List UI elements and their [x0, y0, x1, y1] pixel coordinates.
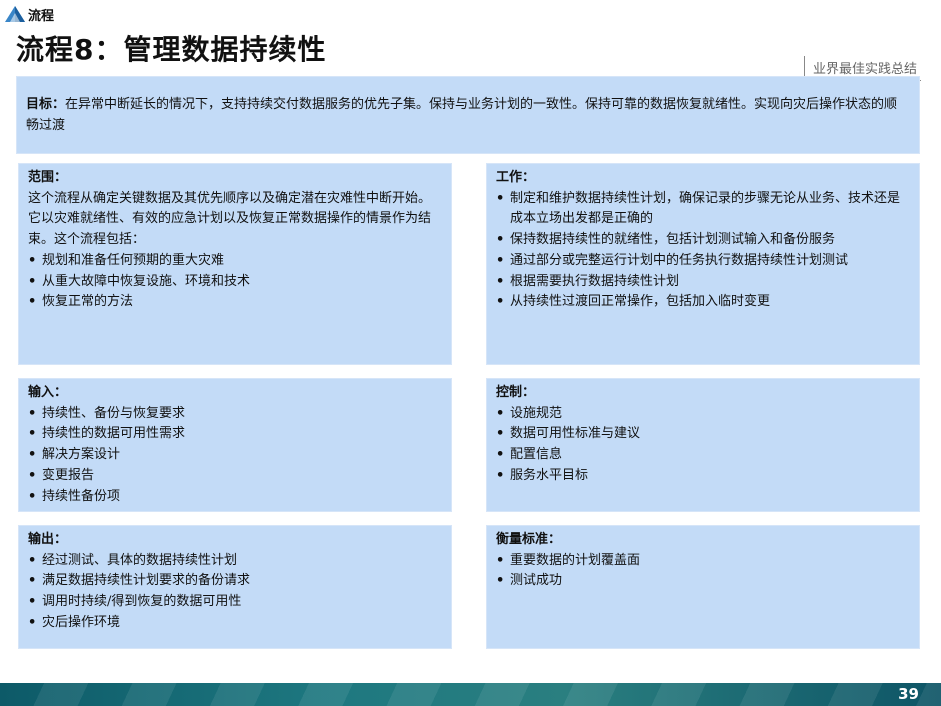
page-title: 流程8：管理数据持续性: [16, 33, 327, 66]
list-item: 持续性备份项: [28, 487, 442, 508]
list-item: 从持续性过渡回正常操作，包括加入临时变更: [496, 292, 910, 313]
list-item: 根据需要执行数据持续性计划: [496, 272, 910, 293]
list-item: 灾后操作环境: [28, 613, 442, 634]
control-label: 控制：: [496, 385, 536, 400]
list-item: 变更报告: [28, 466, 442, 487]
scope-label: 范围：: [28, 170, 68, 185]
goal-text: 在异常中断延长的情况下，支持持续交付数据服务的优先子集。保持与业务计划的一致性。…: [26, 97, 898, 133]
page-number: 39: [898, 685, 919, 703]
scope-box: 范围： 这个流程从确定关键数据及其优先顺序以及确定潜在灾难性中断开始。它以灾难就…: [18, 163, 452, 365]
work-label: 工作：: [496, 170, 536, 185]
list-item: 调用时持续/得到恢复的数据可用性: [28, 592, 442, 613]
list-item: 持续性的数据可用性需求: [28, 424, 442, 445]
measure-box: 衡量标准： 重要数据的计划覆盖面 测试成功: [486, 525, 920, 649]
output-label: 输出：: [28, 532, 68, 547]
output-box: 输出： 经过测试、具体的数据持续性计划 满足数据持续性计划要求的备份请求 调用时…: [18, 525, 452, 649]
input-list: 持续性、备份与恢复要求 持续性的数据可用性需求 解决方案设计 变更报告 持续性备…: [28, 404, 442, 508]
footer-bar: 39: [0, 683, 941, 706]
work-list: 制定和维护数据持续性计划，确保记录的步骤无论从业务、技术还是成本立场出发都是正确…: [496, 189, 910, 313]
footer-decoration: [0, 683, 941, 706]
list-item: 通过部分或完整运行计划中的任务执行数据持续性计划测试: [496, 251, 910, 272]
goal-box: 目标：在异常中断延长的情况下，支持持续交付数据服务的优先子集。保持与业务计划的一…: [16, 76, 920, 154]
list-item: 制定和维护数据持续性计划，确保记录的步骤无论从业务、技术还是成本立场出发都是正确…: [496, 189, 910, 230]
list-item: 恢复正常的方法: [28, 292, 442, 313]
measure-label: 衡量标准：: [496, 532, 562, 547]
measure-list: 重要数据的计划覆盖面 测试成功: [496, 551, 910, 592]
work-box: 工作： 制定和维护数据持续性计划，确保记录的步骤无论从业务、技术还是成本立场出发…: [486, 163, 920, 365]
brand-label: 流程: [28, 8, 55, 24]
list-item: 保持数据持续性的就绪性，包括计划测试输入和备份服务: [496, 230, 910, 251]
input-label: 输入：: [28, 385, 68, 400]
list-item: 经过测试、具体的数据持续性计划: [28, 551, 442, 572]
scope-text: 这个流程从确定关键数据及其优先顺序以及确定潜在灾难性中断开始。它以灾难就绪性、有…: [28, 190, 432, 248]
goal-label: 目标：: [26, 97, 66, 112]
list-item: 服务水平目标: [496, 466, 910, 487]
scope-list: 规划和准备任何预期的重大灾难 从重大故障中恢复设施、环境和技术 恢复正常的方法: [28, 251, 442, 313]
list-item: 配置信息: [496, 445, 910, 466]
list-item: 重要数据的计划覆盖面: [496, 551, 910, 572]
output-list: 经过测试、具体的数据持续性计划 满足数据持续性计划要求的备份请求 调用时持续/得…: [28, 551, 442, 634]
list-item: 测试成功: [496, 571, 910, 592]
control-box: 控制： 设施规范 数据可用性标准与建议 配置信息 服务水平目标: [486, 378, 920, 512]
list-item: 持续性、备份与恢复要求: [28, 404, 442, 425]
list-item: 解决方案设计: [28, 445, 442, 466]
control-list: 设施规范 数据可用性标准与建议 配置信息 服务水平目标: [496, 404, 910, 487]
list-item: 从重大故障中恢复设施、环境和技术: [28, 272, 442, 293]
list-item: 数据可用性标准与建议: [496, 424, 910, 445]
input-box: 输入： 持续性、备份与恢复要求 持续性的数据可用性需求 解决方案设计 变更报告 …: [18, 378, 452, 512]
list-item: 设施规范: [496, 404, 910, 425]
triangle-logo-icon: [5, 6, 25, 22]
brand: 流程: [4, 4, 54, 24]
list-item: 满足数据持续性计划要求的备份请求: [28, 571, 442, 592]
list-item: 规划和准备任何预期的重大灾难: [28, 251, 442, 272]
